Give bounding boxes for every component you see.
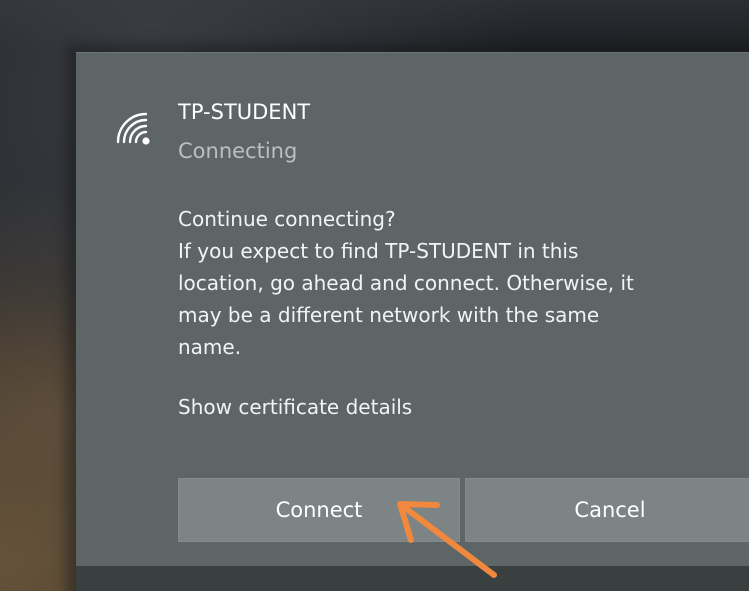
wifi-secured-icon [116, 112, 150, 145]
network-status: Connecting [178, 139, 298, 163]
connect-button[interactable]: Connect [178, 478, 460, 542]
connect-button-label: Connect [275, 498, 363, 522]
message-line: may be a different network with the same [178, 303, 600, 327]
desktop-background [0, 0, 749, 50]
show-certificate-details-link[interactable]: Show certificate details [178, 395, 412, 419]
panel-bottom-strip [76, 566, 749, 591]
message-line: If you expect to find TP-STUDENT in this [178, 239, 579, 263]
message-line: Continue connecting? [178, 207, 396, 231]
cancel-button[interactable]: Cancel [465, 478, 749, 542]
message-line: name. [178, 335, 242, 359]
message-line: location, go ahead and connect. Otherwis… [178, 271, 634, 295]
network-name: TP-STUDENT [178, 100, 311, 124]
cancel-button-label: Cancel [574, 498, 646, 522]
connection-message: Continue connecting? If you expect to fi… [178, 203, 749, 363]
